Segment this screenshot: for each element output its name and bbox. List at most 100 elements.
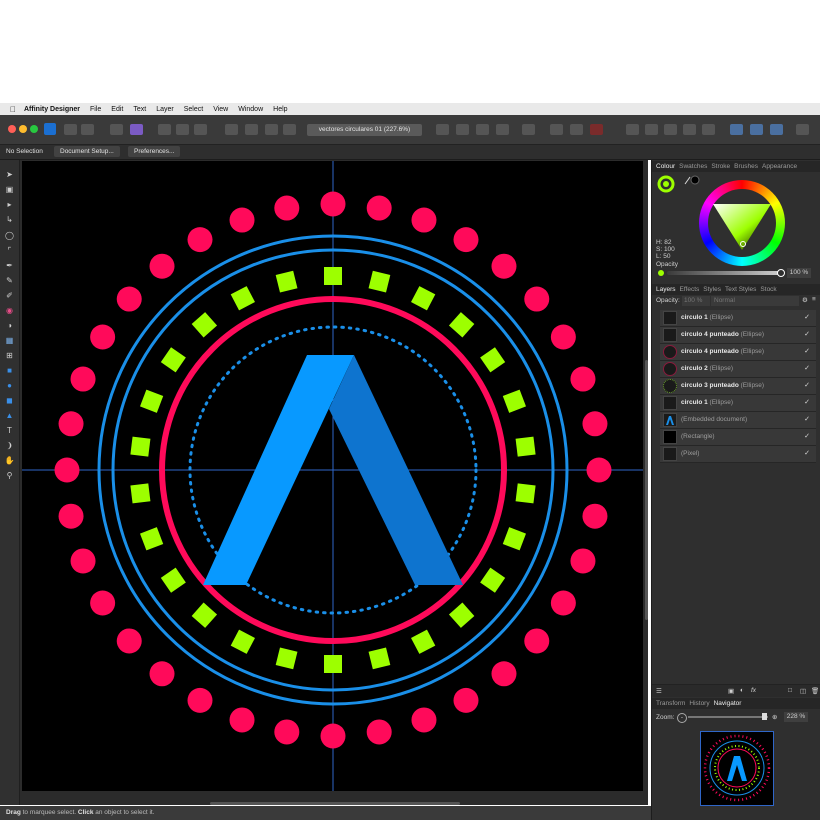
tab-appearance[interactable]: Appearance <box>762 163 797 170</box>
zoom-slider-handle[interactable] <box>762 713 767 720</box>
add-layer-icon[interactable]: □ <box>788 687 792 694</box>
guides-icon[interactable] <box>570 124 583 135</box>
tab-layers[interactable]: Layers <box>656 286 676 293</box>
tab-swatches[interactable]: Swatches <box>679 163 707 170</box>
blend-mode-select[interactable]: Normal <box>711 296 799 306</box>
layer-row[interactable]: circulo 3 punteado (Ellipse) ✓ <box>660 378 816 395</box>
transform-icon[interactable] <box>176 124 189 135</box>
boolean-xor-icon[interactable] <box>683 124 696 135</box>
zoom-slider[interactable] <box>688 716 768 718</box>
point-transform-icon[interactable]: ↳ <box>4 214 15 225</box>
hand-tool-icon[interactable]: ✋ <box>4 455 15 466</box>
tab-brushes[interactable]: Brushes <box>734 163 758 170</box>
layer-row[interactable]: circulo 1 (Ellipse) ✓ <box>660 395 816 412</box>
insert-inside-icon[interactable] <box>265 124 278 135</box>
layer-row[interactable]: circulo 4 punteado (Ellipse) ✓ <box>660 327 816 344</box>
layer-settings-icon[interactable]: ⚙ <box>802 296 808 304</box>
fill-stroke-swatches[interactable] <box>657 174 705 204</box>
tab-stock[interactable]: Stock <box>760 286 776 293</box>
colour-triangle[interactable] <box>713 204 771 250</box>
layer-visibility-checkbox[interactable]: ✓ <box>804 310 810 326</box>
zoom-in-icon[interactable]: ⊕ <box>772 713 777 721</box>
layer-row[interactable]: (Rectangle) ✓ <box>660 429 816 446</box>
layer-opacity-field[interactable]: 100 % <box>682 296 710 306</box>
combine-icon[interactable] <box>750 124 763 135</box>
vertical-scrollbar[interactable] <box>645 360 648 620</box>
document-icon[interactable] <box>130 124 143 135</box>
layer-visibility-checkbox[interactable]: ✓ <box>804 361 810 377</box>
tab-text-styles[interactable]: Text Styles <box>725 286 756 293</box>
export-persona-icon[interactable] <box>81 124 94 135</box>
move-tool-icon[interactable]: ➤ <box>4 169 15 180</box>
tab-stroke[interactable]: Stroke <box>711 163 730 170</box>
artboard-tool-icon[interactable]: ▣ <box>4 184 15 195</box>
pen-tool-icon[interactable]: ✒ <box>4 260 15 271</box>
stroke-swatch-icon[interactable] <box>690 175 700 185</box>
menu-layer[interactable]: Layer <box>156 106 174 113</box>
zoom-tool-icon[interactable]: ⚲ <box>4 470 15 481</box>
layer-visibility-checkbox[interactable]: ✓ <box>804 412 810 428</box>
horizontal-scrollbar[interactable] <box>210 802 460 805</box>
picker-icon[interactable] <box>684 176 691 185</box>
crop-tool-icon[interactable]: ⊞ <box>4 350 15 361</box>
layer-options-icon[interactable]: ≡ <box>812 296 816 303</box>
boolean-add-icon[interactable] <box>626 124 639 135</box>
tab-colour[interactable]: Colour <box>656 163 675 170</box>
node-tool-icon[interactable]: ▸ <box>4 199 15 210</box>
zoom-out-icon[interactable]: - <box>677 713 687 723</box>
menu-edit[interactable]: Edit <box>111 106 123 113</box>
layer-row[interactable]: (Embedded document) ✓ <box>660 412 816 429</box>
document-setup-button[interactable]: Document Setup... <box>54 146 120 157</box>
layer-row[interactable]: circulo 2 (Ellipse) ✓ <box>660 361 816 378</box>
flip-vertical-icon[interactable] <box>476 124 489 135</box>
layer-visibility-checkbox[interactable]: ✓ <box>804 395 810 411</box>
brush-tool-icon[interactable]: ✐ <box>4 290 15 301</box>
ellipse-tool-icon[interactable]: ● <box>4 380 15 391</box>
layer-visibility-checkbox[interactable]: ✓ <box>804 344 810 360</box>
insert-behind-icon[interactable] <box>225 124 238 135</box>
delete-layer-icon[interactable]: 🗑 <box>811 687 819 695</box>
tab-transform[interactable]: Transform <box>656 700 685 707</box>
boolean-intersect-icon[interactable] <box>664 124 677 135</box>
tab-navigator[interactable]: Navigator <box>714 700 742 707</box>
grid-icon[interactable] <box>550 124 563 135</box>
user-icon[interactable] <box>796 124 809 135</box>
colour-wheel[interactable] <box>699 180 785 266</box>
rounded-rectangle-icon[interactable]: ◼ <box>4 395 15 406</box>
menu-app-name[interactable]: Affinity Designer <box>24 106 80 113</box>
layer-visibility-checkbox[interactable]: ✓ <box>804 429 810 445</box>
text-tool-icon[interactable]: T <box>4 425 15 436</box>
apple-icon[interactable]:  <box>10 105 16 114</box>
menu-help[interactable]: Help <box>273 106 287 113</box>
minimize-window-button[interactable] <box>19 125 27 133</box>
separate-icon[interactable] <box>770 124 783 135</box>
navigator-preview[interactable] <box>700 731 774 806</box>
align-icon[interactable] <box>436 124 449 135</box>
fx-icon[interactable]: fx <box>751 687 756 694</box>
pixel-persona-icon[interactable] <box>64 124 77 135</box>
insert-top-icon[interactable] <box>245 124 258 135</box>
order-icon[interactable] <box>522 124 535 135</box>
insert-layer-icon[interactable] <box>283 124 296 135</box>
layer-row[interactable]: (Pixel) ✓ <box>660 446 816 463</box>
fill-tool-icon[interactable]: ◉ <box>4 305 15 316</box>
zoom-window-button[interactable] <box>30 125 38 133</box>
pencil-tool-icon[interactable]: ✎ <box>4 275 15 286</box>
menu-text[interactable]: Text <box>133 106 146 113</box>
preferences-button[interactable]: Preferences... <box>128 146 181 157</box>
layer-visibility-checkbox[interactable]: ✓ <box>804 327 810 343</box>
arrange-icon[interactable] <box>730 124 743 135</box>
place-image-icon[interactable]: ▦ <box>4 335 15 346</box>
opacity-slider[interactable] <box>667 271 781 275</box>
layer-visibility-checkbox[interactable]: ✓ <box>804 446 810 462</box>
opacity-slider-handle[interactable] <box>777 269 785 277</box>
mode-icon[interactable] <box>194 124 207 135</box>
document-tab[interactable]: vectores circulares 01 (227.6%) <box>307 124 422 136</box>
adjustment-icon[interactable]: ◐ <box>740 687 744 694</box>
snapping-magnet-icon[interactable] <box>590 124 603 135</box>
flip-horizontal-icon[interactable] <box>456 124 469 135</box>
designer-persona-icon[interactable] <box>44 123 56 135</box>
menu-view[interactable]: View <box>213 106 228 113</box>
artboard[interactable] <box>22 161 643 791</box>
menu-file[interactable]: File <box>90 106 101 113</box>
